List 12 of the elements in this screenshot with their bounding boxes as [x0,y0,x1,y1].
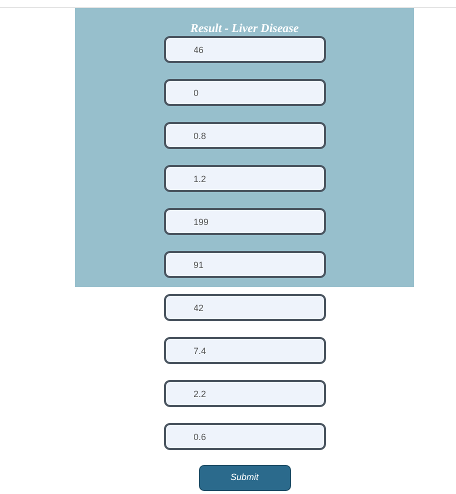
input-field[interactable]: 0 [164,79,326,106]
input-field[interactable]: 7.4 [164,337,326,364]
input-field[interactable]: 42 [164,294,326,321]
submit-button[interactable]: Submit [198,465,290,491]
input-field[interactable]: 2.2 [164,380,326,407]
input-field[interactable]: 199 [164,208,326,235]
panel-title: Result - Liver Disease [190,21,299,35]
input-field[interactable]: 0.6 [164,423,326,450]
input-field[interactable]: 0.8 [164,122,326,149]
input-field[interactable]: 46 [164,36,326,63]
input-field[interactable]: 91 [164,251,326,278]
input-field[interactable]: 1.2 [164,165,326,192]
